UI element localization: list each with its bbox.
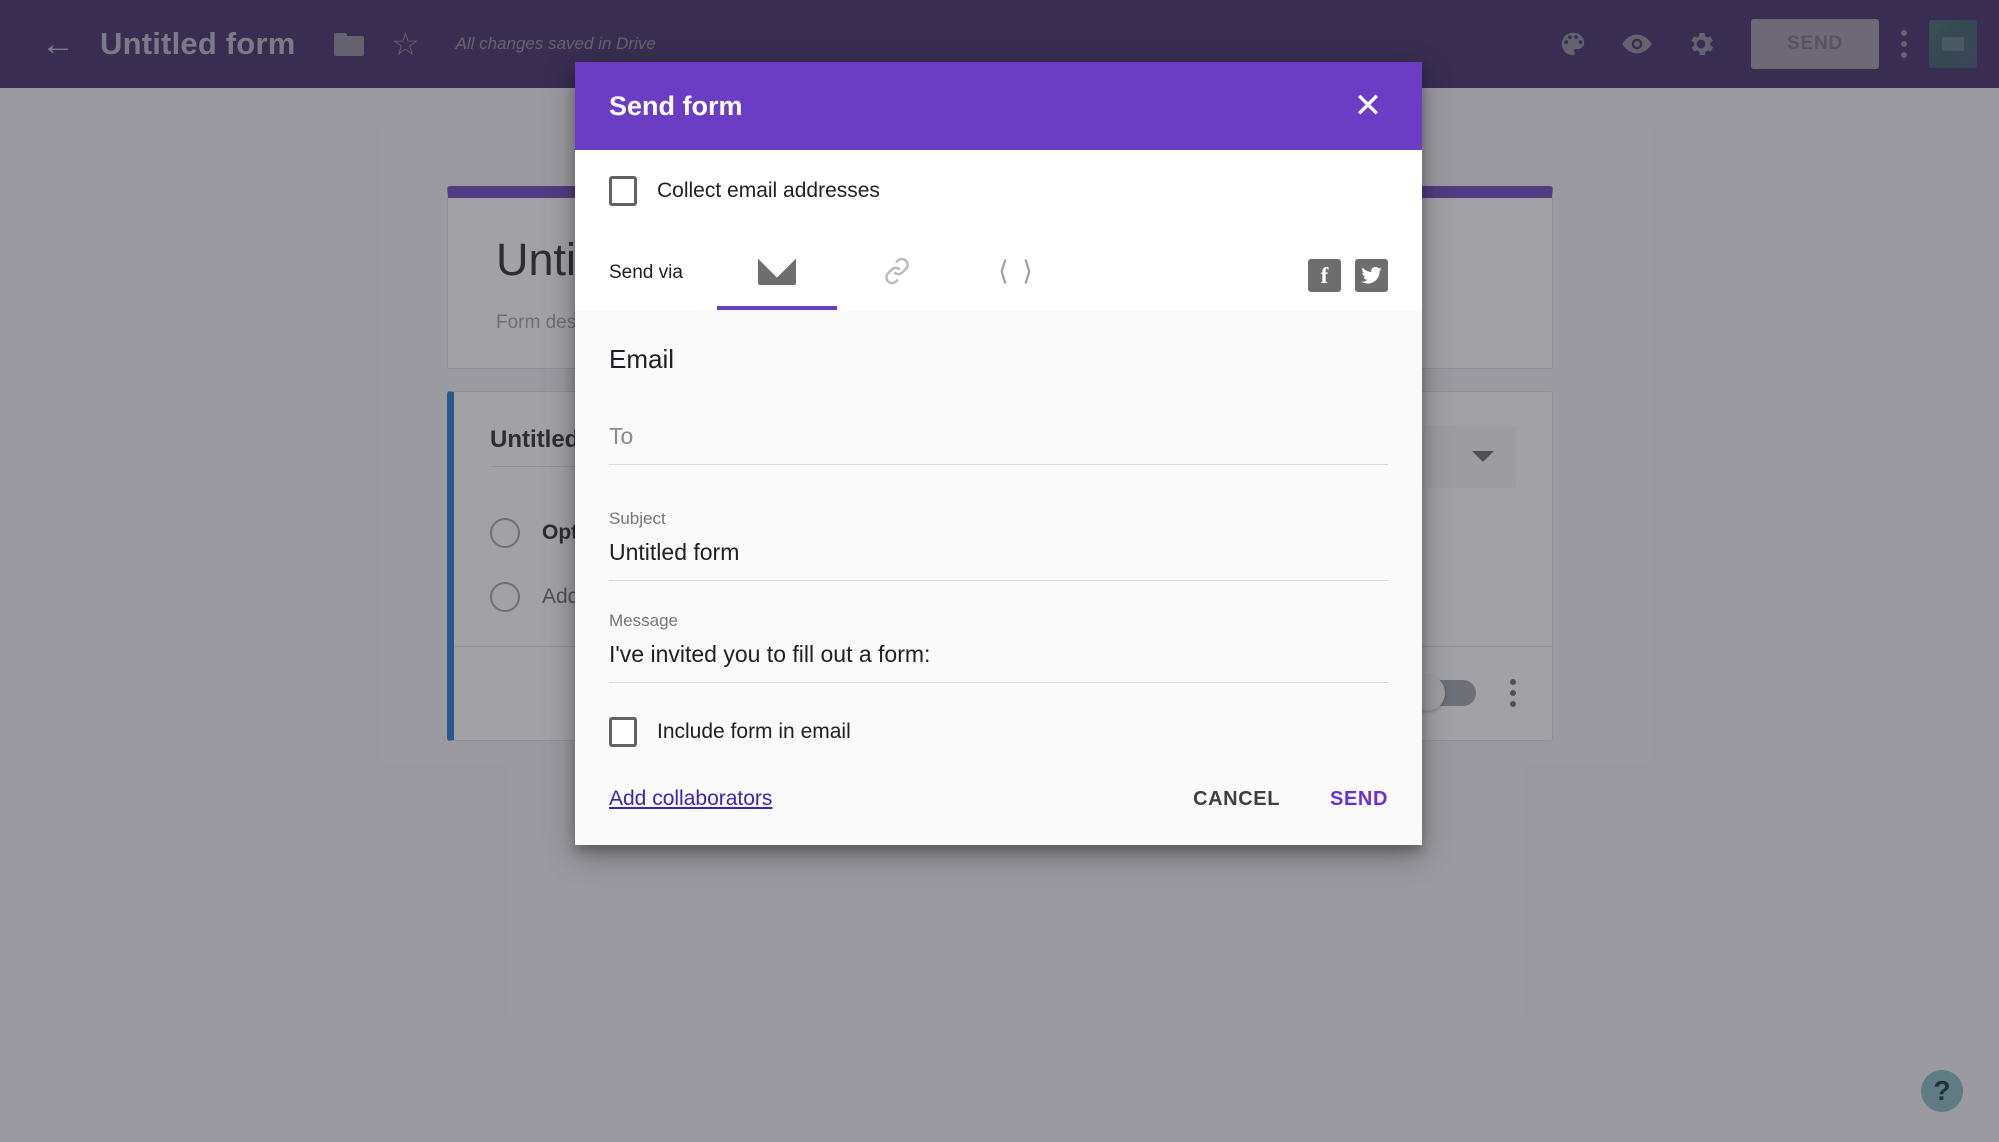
dialog-top-section: Collect email addresses Send via ⟨ ⟩ f [575,150,1422,310]
include-form-label: Include form in email [657,720,851,743]
facebook-icon[interactable]: f [1308,259,1341,292]
envelope-icon [757,257,796,285]
cancel-button[interactable]: CANCEL [1193,788,1280,811]
tab-send-via-link[interactable] [837,236,957,310]
subject-label: Subject [609,509,666,528]
twitter-icon[interactable] [1355,259,1388,292]
dialog-body: Email Subject Message Include form in em… [575,310,1422,787]
add-collaborators-link[interactable]: Add collaborators [609,787,772,811]
collect-email-label: Collect email addresses [657,179,880,202]
dialog-header: Send form ✕ [575,62,1422,150]
message-input[interactable] [609,637,1388,683]
subject-field-group: Subject [609,509,1388,581]
include-form-checkbox[interactable] [609,717,637,747]
collect-email-checkbox[interactable] [609,176,637,206]
message-label: Message [609,611,678,630]
email-section-heading: Email [609,344,675,374]
dialog-title: Send form [609,90,743,121]
send-button[interactable]: SEND [1330,788,1388,811]
tab-send-via-embed[interactable]: ⟨ ⟩ [957,236,1077,310]
to-field-group [609,419,1388,465]
close-x-icon[interactable]: ✕ [1348,86,1388,126]
tab-send-via-email[interactable] [716,236,837,310]
social-share-group: f [1308,259,1388,310]
include-form-row[interactable]: Include form in email [609,717,1388,787]
collect-email-row[interactable]: Collect email addresses [609,176,1388,206]
send-form-dialog: Send form ✕ Collect email addresses Send… [575,62,1422,845]
message-field-group: Message [609,611,1388,683]
screen: ← Untitled form ☆ All changes saved in D… [0,0,1999,1142]
send-via-row: Send via ⟨ ⟩ f [609,236,1388,310]
embed-code-icon: ⟨ ⟩ [998,255,1036,286]
link-icon [885,257,909,285]
to-input[interactable] [609,419,1388,465]
send-via-tabs: ⟨ ⟩ [716,236,1077,310]
help-question-icon[interactable]: ? [1921,1070,1963,1112]
dialog-actions: CANCEL SEND [1193,788,1388,811]
dialog-footer: Add collaborators CANCEL SEND [575,787,1422,845]
subject-input[interactable] [609,535,1388,581]
send-via-label: Send via [609,262,683,283]
